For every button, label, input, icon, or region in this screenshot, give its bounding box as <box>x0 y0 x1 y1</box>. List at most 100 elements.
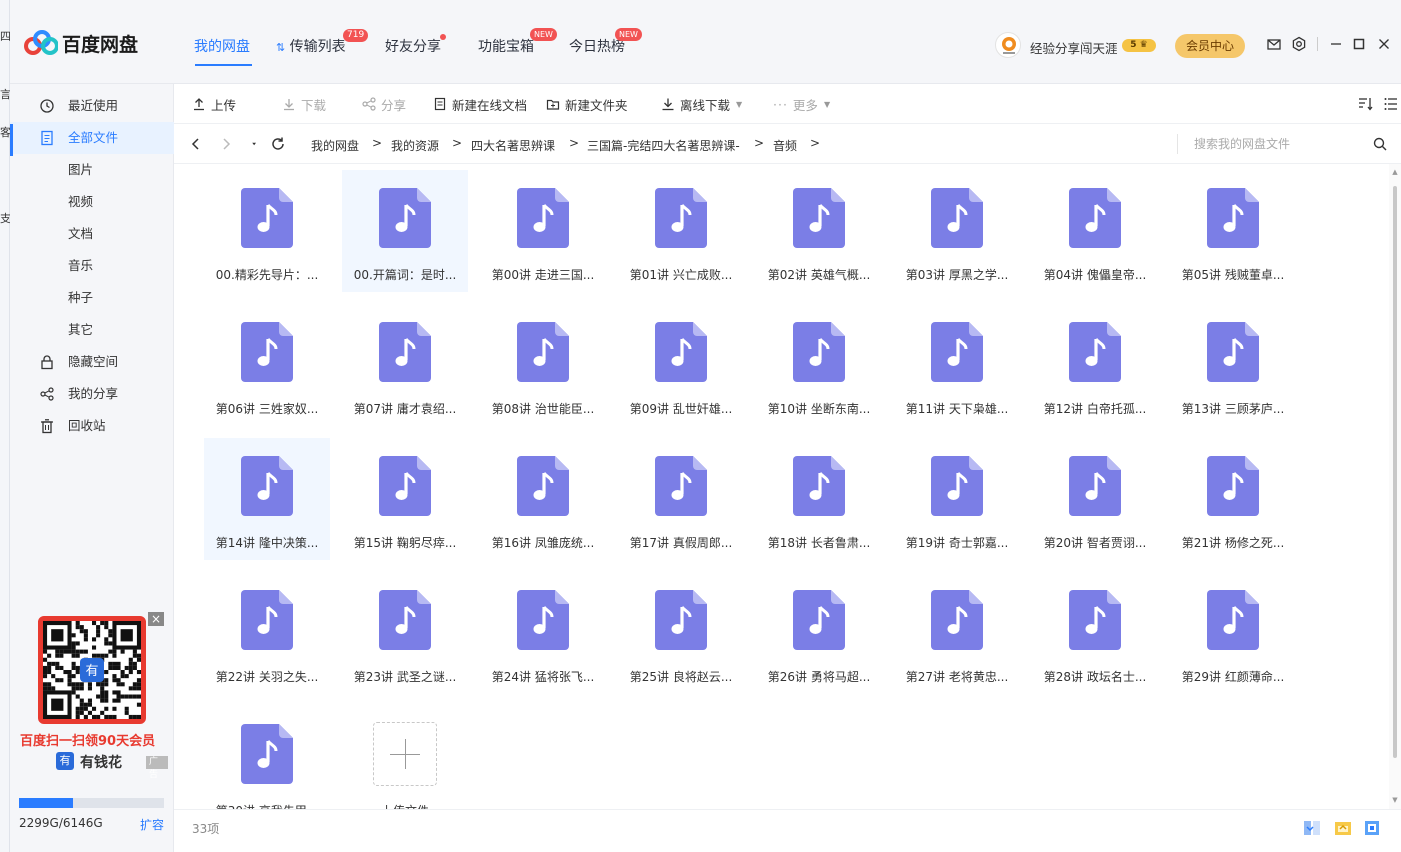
scrollbar[interactable]: ▲ ▼ <box>1389 164 1401 809</box>
sidebar-item-5[interactable]: 音乐 <box>10 250 174 282</box>
tab-transfer-list[interactable]: ⇅ 传输列表 <box>276 36 346 56</box>
sidebar: 最近使用全部文件 图片 视频 文档 音乐 种子 其它 隐藏空间 我的分享 回收站 有 × 百度扫一… <box>10 84 174 852</box>
breadcrumb: 我的网盘 > 我的资源 > 四大名著思辨课 > 三国篇-完结四大名著思辨课- > 音频 > <box>174 124 1401 164</box>
share-button[interactable]: 分享 <box>362 96 406 113</box>
breadcrumb-item[interactable]: 三国篇-完结四大名著思辨课- <box>587 137 740 154</box>
member-center-button[interactable]: 会员中心 <box>1175 34 1245 58</box>
search-icon[interactable] <box>1372 136 1388 152</box>
sort-icon[interactable] <box>1357 96 1373 112</box>
sidebar-item-label: 最近使用 <box>68 98 119 113</box>
breadcrumb-item[interactable]: 音频 <box>773 137 797 154</box>
file-item[interactable]: 00.开篇词：是时... <box>342 170 468 292</box>
file-item[interactable]: 第20讲 智者贾诩... <box>1032 438 1158 560</box>
file-item[interactable]: 第15讲 鞠躬尽瘁... <box>342 438 468 560</box>
backup-status-icon[interactable] <box>1333 818 1353 838</box>
file-item[interactable]: 第01讲 兴亡成败... <box>618 170 744 292</box>
file-item[interactable]: 第23讲 武圣之谜... <box>342 572 468 694</box>
tab-toolbox[interactable]: 功能宝箱 <box>478 36 534 56</box>
sidebar-item-3[interactable]: 视频 <box>10 186 174 218</box>
sidebar-item-6[interactable]: 种子 <box>10 282 174 314</box>
scroll-up-icon[interactable]: ▲ <box>1391 168 1399 176</box>
file-item[interactable]: 第04讲 傀儡皇帝... <box>1032 170 1158 292</box>
forward-icon[interactable] <box>218 136 234 152</box>
file-item[interactable]: 00.精彩先导片：... <box>204 170 330 292</box>
audio-file-icon <box>1207 590 1259 650</box>
close-icon[interactable] <box>1376 36 1392 52</box>
scroll-down-icon[interactable]: ▼ <box>1391 796 1399 804</box>
minimize-icon[interactable] <box>1328 36 1344 52</box>
file-item[interactable]: 第19讲 奇士郭嘉... <box>894 438 1020 560</box>
sidebar-item-10[interactable]: 回收站 <box>10 410 174 442</box>
file-item[interactable]: 第08讲 治世能臣... <box>480 304 606 426</box>
mail-icon[interactable] <box>1266 36 1282 52</box>
transfer-status-icon[interactable] <box>1302 818 1322 838</box>
tab-friend-share[interactable]: 好友分享 <box>385 36 441 56</box>
cloud-logo-icon <box>24 30 58 55</box>
file-item[interactable]: 第05讲 残贼董卓... <box>1170 170 1296 292</box>
file-item[interactable]: 第13讲 三顾茅庐... <box>1170 304 1296 426</box>
sidebar-item-9[interactable]: 我的分享 <box>10 378 174 410</box>
file-item[interactable]: 第10讲 坐断东南... <box>756 304 882 426</box>
file-item[interactable]: 第06讲 三姓家奴... <box>204 304 330 426</box>
sidebar-item-2[interactable]: 图片 <box>10 154 174 186</box>
more-button[interactable]: ··· 更多 ▼ <box>773 96 830 113</box>
file-item[interactable]: 第16讲 凤雏庞统... <box>480 438 606 560</box>
file-item[interactable]: 第02讲 英雄气概... <box>756 170 882 292</box>
file-item[interactable]: 第11讲 天下枭雄... <box>894 304 1020 426</box>
file-item[interactable]: 第24讲 猛将张飞... <box>480 572 606 694</box>
scroll-thumb[interactable] <box>1393 186 1397 758</box>
list-view-icon[interactable] <box>1383 96 1399 112</box>
maximize-icon[interactable] <box>1351 36 1367 52</box>
file-item[interactable]: 第12讲 白帝托孤... <box>1032 304 1158 426</box>
sidebar-item-4[interactable]: 文档 <box>10 218 174 250</box>
sidebar-item-8[interactable]: 隐藏空间 <box>10 346 174 378</box>
audio-file-icon <box>241 188 293 248</box>
file-item[interactable]: 第29讲 红颜薄命... <box>1170 572 1296 694</box>
upload-button[interactable]: 上传 <box>192 96 236 113</box>
file-item[interactable]: 第17讲 真假周郎... <box>618 438 744 560</box>
plus-icon <box>373 722 437 786</box>
avatar[interactable] <box>995 32 1021 58</box>
file-item[interactable]: 第28讲 政坛名士... <box>1032 572 1158 694</box>
file-item[interactable]: 第07讲 庸才袁绍... <box>342 304 468 426</box>
file-name: 第20讲 智者贾诩... <box>1043 536 1147 550</box>
close-ad-button[interactable]: × <box>148 612 164 626</box>
back-icon[interactable] <box>188 136 204 152</box>
file-item[interactable]: 第25讲 良将赵云... <box>618 572 744 694</box>
file-name: 第11讲 天下枭雄... <box>905 402 1009 416</box>
breadcrumb-item[interactable]: 四大名著思辨课 <box>471 137 555 154</box>
file-item[interactable]: 第09讲 乱世奸雄... <box>618 304 744 426</box>
file-item[interactable]: 第18讲 长者鲁肃... <box>756 438 882 560</box>
search-input[interactable] <box>1194 133 1364 155</box>
audio-file-icon <box>655 456 707 516</box>
offline-download-button[interactable]: 离线下载 ▼ <box>661 96 742 113</box>
sidebar-item-0[interactable]: 最近使用 <box>10 90 174 122</box>
file-item[interactable]: 第26讲 勇将马超... <box>756 572 882 694</box>
expand-storage-link[interactable]: 扩容 <box>140 816 164 833</box>
file-item[interactable]: 第27讲 老将黄忠... <box>894 572 1020 694</box>
audio-file-icon <box>241 590 293 650</box>
refresh-icon[interactable] <box>270 136 286 152</box>
audio-file-icon <box>793 322 845 382</box>
upload-file-tile[interactable]: 上传文件 <box>342 706 468 809</box>
file-item[interactable]: 第21讲 杨修之死... <box>1170 438 1296 560</box>
qr-advertisement[interactable]: 有 × 百度扫一扫领90天会员 有 有钱花 广告 <box>18 612 168 780</box>
audio-file-icon <box>1069 456 1121 516</box>
user-name[interactable]: 经验分享闯天涯 <box>1030 38 1118 57</box>
file-item[interactable]: 第22讲 关羽之失... <box>204 572 330 694</box>
new-folder-button[interactable]: 新建文件夹 <box>546 96 628 113</box>
file-item[interactable]: 第03讲 厚黑之学... <box>894 170 1020 292</box>
settings-icon[interactable] <box>1291 36 1307 52</box>
download-button[interactable]: 下载 <box>282 96 326 113</box>
new-online-doc-button[interactable]: 新建在线文档 <box>433 96 527 113</box>
sidebar-item-7[interactable]: 其它 <box>10 314 174 346</box>
tab-my-disk[interactable]: 我的网盘 <box>194 36 250 56</box>
file-item[interactable]: 第30讲 高我先甲... <box>204 706 330 809</box>
history-dropdown-icon[interactable] <box>251 136 261 152</box>
file-item[interactable]: 第00讲 走进三国... <box>480 170 606 292</box>
breadcrumb-item[interactable]: 我的资源 <box>391 137 439 154</box>
file-item[interactable]: 第14讲 隆中决策... <box>204 438 330 560</box>
device-status-icon[interactable] <box>1362 818 1382 838</box>
breadcrumb-item[interactable]: 我的网盘 <box>311 137 359 154</box>
sidebar-item-1[interactable]: 全部文件 <box>10 122 174 154</box>
